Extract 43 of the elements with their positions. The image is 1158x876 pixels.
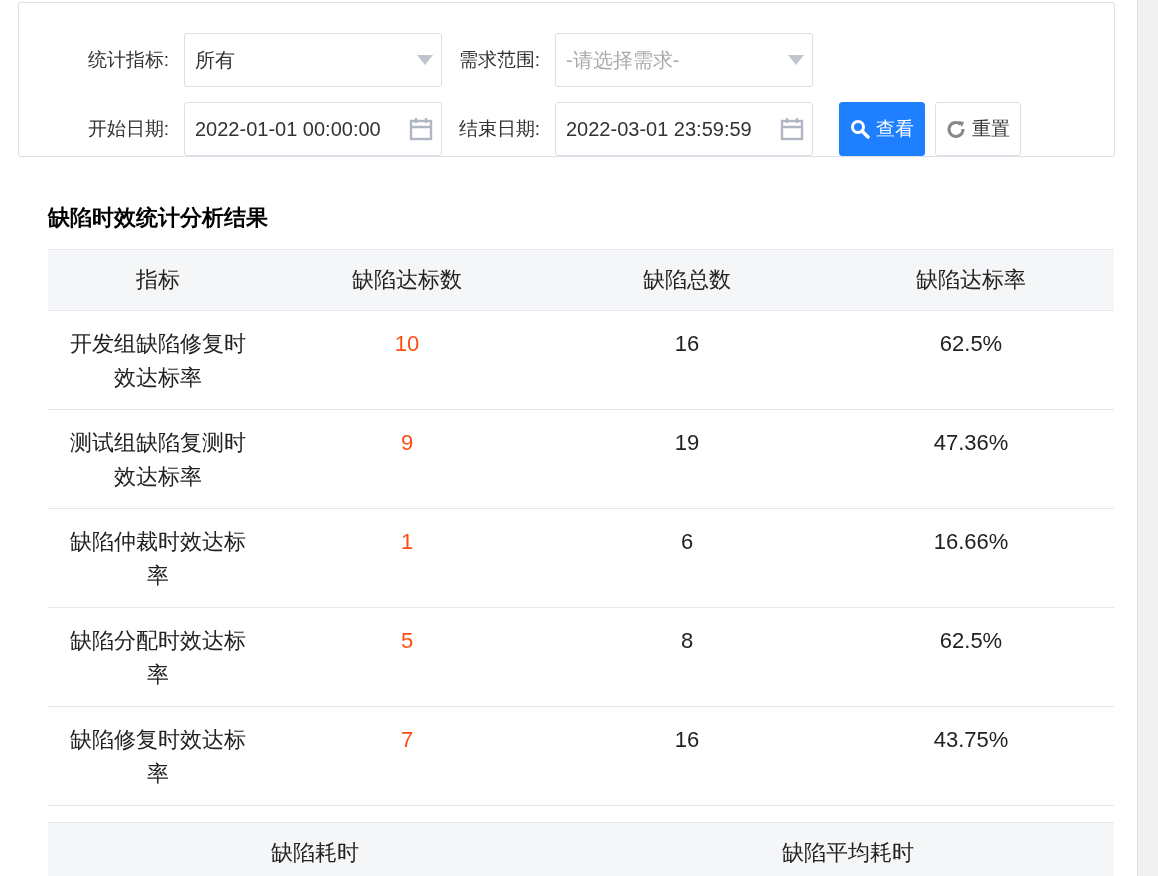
table-cell: 缺陷分配时效达标率 — [48, 607, 268, 707]
table-cell: 9 — [268, 409, 546, 509]
column-header: 缺陷平均耗时 — [581, 822, 1114, 876]
dropdown-caret-icon — [417, 55, 433, 65]
scrollbar[interactable] — [1137, 0, 1158, 876]
select-field[interactable]: 所有 — [184, 33, 442, 87]
refresh-icon — [946, 119, 966, 139]
table-cell: 16 — [546, 706, 828, 806]
table-cell: 缺陷修复时效达标率 — [48, 706, 268, 806]
table-cell: 43.75% — [828, 706, 1114, 806]
filter-label: 结束日期: — [457, 117, 541, 141]
search-icon — [850, 119, 870, 139]
column-header: 指标 — [48, 249, 268, 311]
table-cell: 缺陷仲裁时效达标率 — [48, 508, 268, 608]
table-cell: 8 — [546, 607, 828, 707]
column-header: 缺陷达标数 — [268, 249, 546, 311]
table-cell: 6 — [546, 508, 828, 608]
calendar-icon — [780, 117, 804, 141]
dropdown-caret-icon — [788, 55, 804, 65]
table-cell: 16 — [546, 310, 828, 410]
table-cell: 7 — [268, 706, 546, 806]
date-field[interactable]: 2022-03-01 23:59:59 — [555, 102, 813, 156]
table-cell: 1 — [268, 508, 546, 608]
column-header: 缺陷达标率 — [828, 249, 1114, 311]
date-field[interactable]: 2022-01-01 00:00:00 — [184, 102, 442, 156]
calendar-icon — [409, 117, 433, 141]
table-cell: 5 — [268, 607, 546, 707]
table-cell: 10 — [268, 310, 546, 410]
search-button[interactable]: 查看 — [839, 102, 925, 156]
section-title: 缺陷时效统计分析结果 — [48, 204, 269, 232]
table-cell: 62.5% — [828, 607, 1114, 707]
column-header: 缺陷总数 — [546, 249, 828, 311]
table-cell: 开发组缺陷修复时效达标率 — [48, 310, 268, 410]
reset-button[interactable]: 重置 — [935, 102, 1021, 156]
filter-label: 统计指标: — [86, 48, 170, 72]
filter-label: 需求范围: — [457, 48, 541, 72]
table-cell: 62.5% — [828, 310, 1114, 410]
column-header: 缺陷耗时 — [48, 822, 581, 876]
table-cell: 测试组缺陷复测时效达标率 — [48, 409, 268, 509]
table-cell: 16.66% — [828, 508, 1114, 608]
filter-label: 开始日期: — [86, 117, 170, 141]
table-cell: 47.36% — [828, 409, 1114, 509]
table-cell: 19 — [546, 409, 828, 509]
